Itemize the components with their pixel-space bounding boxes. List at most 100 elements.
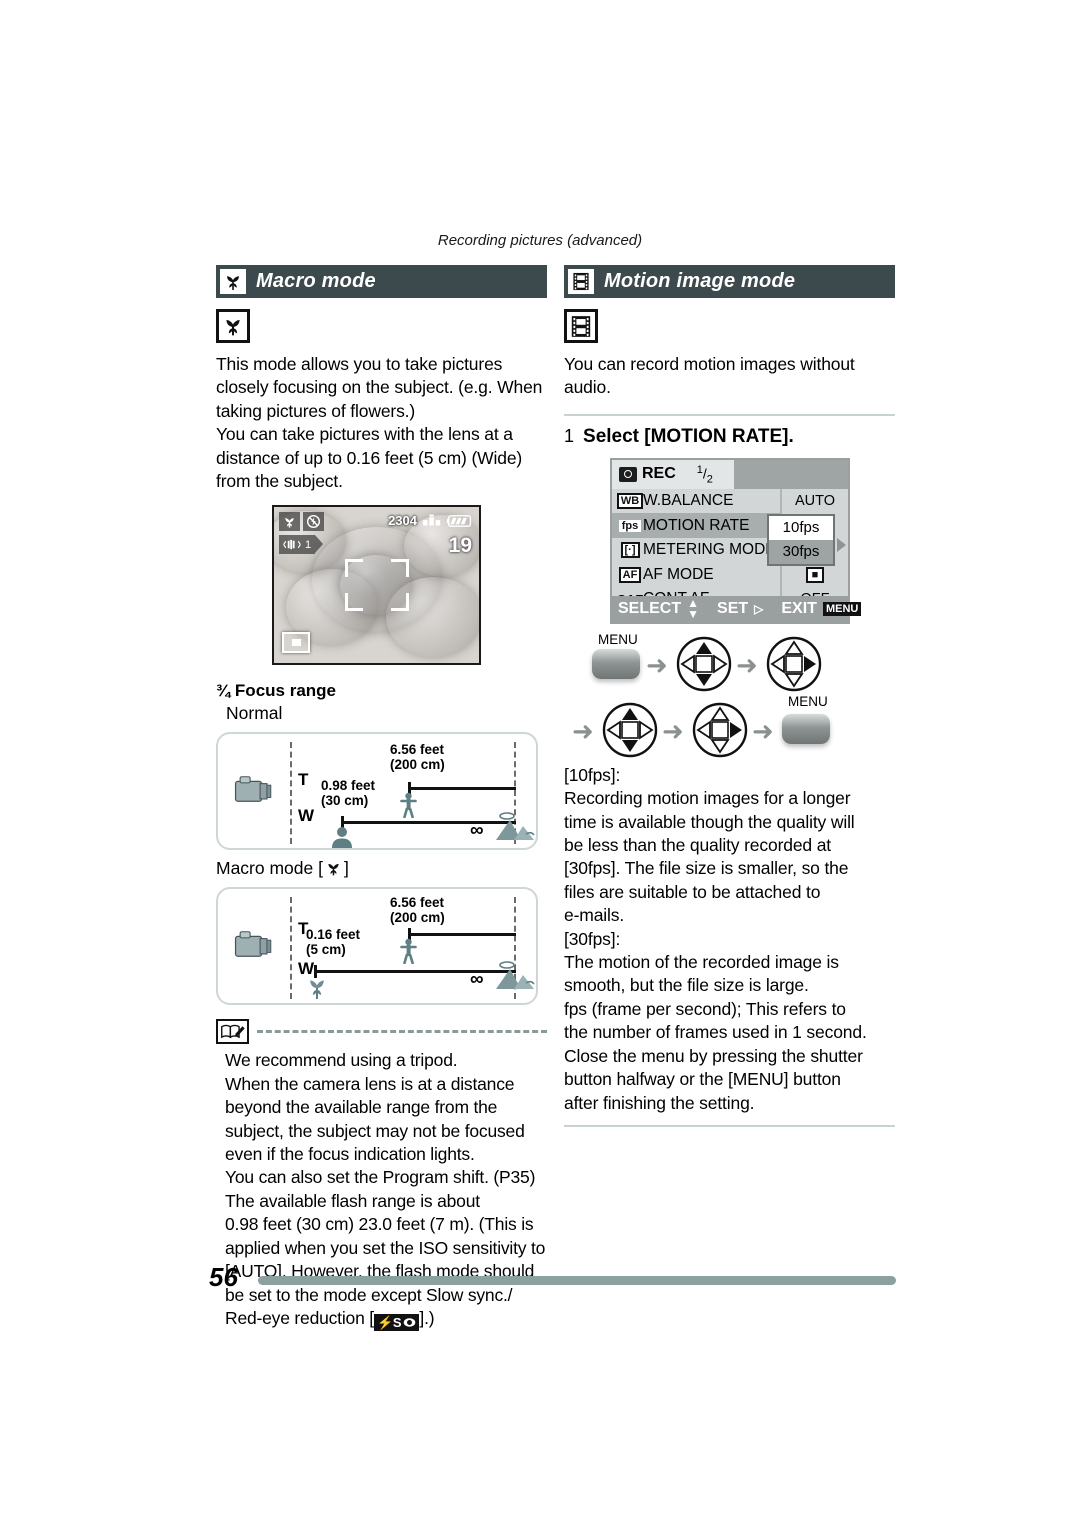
menu-label-metering-mode: METERING MODE: [643, 541, 776, 559]
af-icon: AF: [617, 566, 643, 583]
menu-chip: MENU: [822, 601, 862, 616]
wide-label-normal: W: [298, 806, 315, 826]
thirty-fps-heading: [30fps]:: [564, 928, 621, 949]
page-number: 56: [209, 1262, 238, 1292]
option-10fps[interactable]: 10fps: [769, 515, 833, 540]
mountain-icon: [496, 812, 535, 841]
right-column-bottom-rule: [564, 1124, 895, 1127]
up-down-arrows-icon: ▲ ▼: [687, 595, 700, 621]
stabilizer-level: 1: [305, 538, 312, 551]
arrow-right-icon: ➜: [752, 715, 774, 746]
tele-min-label-macro: 6.56 feet (200 cm): [390, 895, 445, 926]
section-title-motion: Motion image mode: [604, 270, 796, 292]
lcd-resolution: 2304: [388, 513, 417, 529]
manual-page: Recording pictures (advanced) Macro mode…: [0, 0, 1080, 1526]
menu-row-af-mode[interactable]: AF AF MODE ■: [612, 562, 848, 587]
motion-rate-options-popup: 10fps 30fps: [767, 513, 835, 566]
menu-value-white-balance: AUTO: [780, 488, 848, 514]
menu-tab-row: REC 1/2: [612, 459, 848, 489]
menu-button-start[interactable]: [587, 644, 645, 683]
arrow-right-icon: ➜: [646, 649, 668, 680]
focus-range-macro-caption: Macro mode [ ]: [216, 858, 349, 879]
near-axis-line: [290, 897, 292, 1000]
section-header-macro: Macro mode: [216, 265, 547, 298]
menu-label-bottom: MENU: [788, 693, 828, 709]
menu-row-white-balance[interactable]: WB W.BALANCE AUTO: [612, 488, 848, 514]
macro-intro-text: This mode allows you to take pictures cl…: [216, 353, 547, 493]
motion-intro-line-2: audio.: [564, 377, 611, 398]
lcd-top-right-icons: 2304: [388, 513, 473, 528]
macro-intro-line-1: This mode allows you to take pictures: [216, 354, 503, 374]
step-number: 1: [564, 425, 575, 446]
motion-intro-text: You can record motion images without aud…: [564, 353, 895, 400]
tab-rec-label: REC: [642, 465, 676, 483]
quality-icon: [422, 514, 441, 526]
macro-flower-icon: [310, 980, 324, 1000]
macro-intro-line-4: You can take pictures with the lens at a: [216, 424, 513, 445]
focus-range-heading-text: Focus range: [234, 681, 337, 701]
left-column: Macro mode This mode allows you to take …: [216, 265, 547, 1332]
camera-icon: [234, 931, 272, 958]
person-icon: [400, 939, 417, 965]
slow-sync-redeye-icon: ⚡S: [373, 1314, 420, 1332]
dpad-right-2[interactable]: [692, 702, 748, 758]
arrow-right-icon: ➜: [572, 715, 594, 746]
af-frame: [344, 559, 409, 612]
motion-rate-description: [10fps]: Recording motion images for a l…: [564, 764, 895, 1115]
running-head: Recording pictures (advanced): [437, 232, 643, 249]
lcd-top-left-icons: [279, 512, 324, 532]
dpad-up-down-2[interactable]: [602, 702, 658, 758]
focus-range-diagram-normal: T W 6.56 feet (200 cm) 0.98 feet (30 cm): [216, 732, 538, 851]
focus-range-heading: ¾ Focus range: [216, 681, 547, 701]
note-book-pencil-icon: [216, 1019, 249, 1045]
right-arrow-icon: ▷: [754, 601, 764, 616]
tab-rec[interactable]: REC 1/2: [612, 459, 734, 489]
stabilizer-icon: 1: [279, 535, 324, 555]
footer-select-label: SELECT: [618, 599, 682, 617]
macro-intro-line-5: distance of up to 0.16 feet (5 cm) (Wide…: [216, 447, 523, 468]
button-operation-flow: MENU ➜ ➜ ➜ ➜ ➜ MENU: [570, 632, 895, 758]
option-30fps[interactable]: 30fps: [769, 539, 833, 564]
macro-intro-line-6: from the subject.: [216, 471, 343, 492]
ten-fps-heading: [10fps]:: [564, 764, 621, 785]
chevron-right-icon: [837, 537, 846, 552]
macro-flower-icon: [328, 864, 339, 876]
menu-page-indicator: 1/2: [696, 463, 713, 486]
tele-min-label-normal: 6.56 feet (200 cm): [390, 742, 445, 773]
camera-menu-screen: REC 1/2 WB W.BALANCE AUTO fps MOTION RAT…: [610, 457, 862, 624]
arrow-right-icon: ➜: [736, 649, 758, 680]
menu-button-end[interactable]: [777, 709, 835, 748]
macro-flower-icon: [220, 269, 246, 294]
person-icon: [400, 793, 417, 819]
near-axis-line: [290, 742, 292, 845]
motion-mode-icon-large: [564, 309, 598, 343]
film-strip-icon: [568, 269, 594, 294]
wide-min-label-macro: 0.16 feet (5 cm): [306, 927, 361, 958]
metering-icon: [282, 632, 310, 654]
battery-icon: [447, 515, 472, 527]
lcd-preview-photo: 1 2304 19: [272, 505, 481, 666]
camera-icon: [619, 466, 637, 482]
wb-icon: WB: [616, 493, 644, 510]
mountain-icon: [496, 961, 535, 990]
note-dashed-rule: [257, 1030, 547, 1034]
footer-exit-label: EXIT: [781, 599, 817, 617]
dpad-right-1[interactable]: [766, 636, 822, 692]
lcd-remaining-shots: 19: [448, 534, 472, 558]
menu-tab-filler: [734, 459, 848, 489]
dpad-up-down-1[interactable]: [676, 636, 732, 692]
camera-icon: [234, 776, 272, 803]
footer-set-label: SET: [717, 599, 749, 617]
metering-icon: [·]: [617, 542, 643, 559]
tele-range-line-macro: [408, 933, 516, 937]
macro-flower-icon: [279, 512, 300, 532]
infinity-symbol-macro: ∞: [470, 969, 484, 991]
note-last-line: Red-eye reduction [⚡S].): [225, 1307, 435, 1332]
section-title-macro: Macro mode: [256, 270, 376, 292]
infinity-symbol-normal: ∞: [470, 820, 484, 842]
menu-footer: SELECT ▲ ▼ SET ▷ EXIT MENU: [612, 595, 862, 622]
focus-range-bullet: ¾: [216, 681, 231, 701]
note-header: [216, 1019, 547, 1045]
fps-icon: fps: [617, 519, 643, 532]
menu-label-af-mode: AF MODE: [643, 565, 714, 583]
